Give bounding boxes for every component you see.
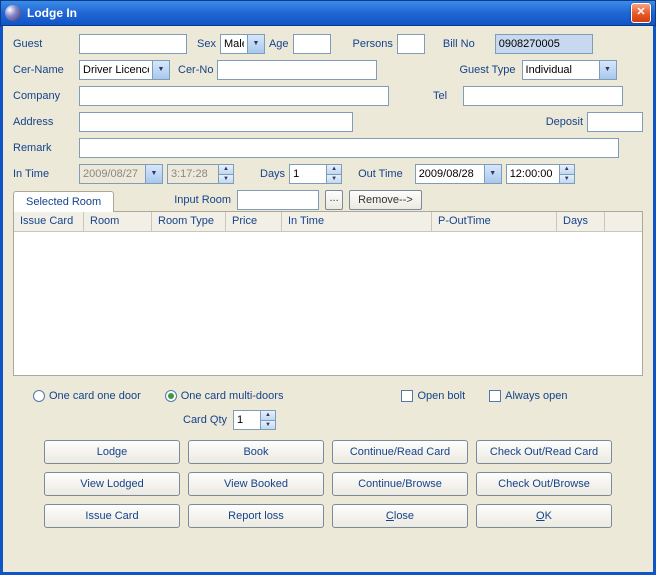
continue-readcard-button[interactable]: Continue/Read Card: [332, 440, 468, 464]
persons-label: Persons: [353, 38, 393, 50]
days-label: Days: [260, 168, 285, 180]
checkout-readcard-button[interactable]: Check Out/Read Card: [476, 440, 612, 464]
radio-icon: [33, 390, 45, 402]
age-label: Age: [269, 38, 289, 50]
radio-icon: [165, 390, 177, 402]
checkbox-icon: [489, 390, 501, 402]
guesttype-label: Guest Type: [459, 64, 515, 76]
guesttype-select[interactable]: ▼: [522, 60, 617, 80]
cardqty-spinner[interactable]: ▲▼: [233, 410, 276, 430]
chevron-down-icon[interactable]: ▼: [152, 61, 169, 79]
table-header: Issue Card Room Room Type Price In Time …: [14, 212, 642, 232]
check-always-open[interactable]: Always open: [489, 390, 567, 402]
inputroom-label: Input Room: [174, 194, 231, 206]
persons-input[interactable]: [397, 34, 425, 54]
col-pouttime[interactable]: P-OutTime: [432, 212, 557, 231]
tab-selected-room[interactable]: Selected Room: [13, 191, 114, 212]
remark-input[interactable]: [79, 138, 619, 158]
guest-label: Guest: [13, 38, 75, 50]
sex-select[interactable]: ▼: [220, 34, 265, 54]
app-icon: [5, 5, 21, 21]
lodge-button[interactable]: Lodge: [44, 440, 180, 464]
company-input[interactable]: [79, 86, 389, 106]
remark-label: Remark: [13, 142, 75, 154]
col-price[interactable]: Price: [226, 212, 282, 231]
remove-button[interactable]: Remove-->: [349, 190, 422, 210]
address-label: Address: [13, 116, 75, 128]
cerno-label: Cer-No: [178, 64, 213, 76]
tel-input[interactable]: [463, 86, 623, 106]
room-table[interactable]: Issue Card Room Room Type Price In Time …: [13, 211, 643, 376]
col-issuecard[interactable]: Issue Card: [14, 212, 84, 231]
close-icon[interactable]: ✕: [631, 3, 651, 23]
billno-label: Bill No: [443, 38, 475, 50]
indate-select[interactable]: ▼: [79, 164, 163, 184]
chevron-down-icon[interactable]: ▼: [484, 165, 501, 183]
cername-label: Cer-Name: [13, 64, 75, 76]
view-booked-button[interactable]: View Booked: [188, 472, 324, 496]
intime-label: In Time: [13, 168, 75, 180]
cername-select[interactable]: ▼: [79, 60, 170, 80]
view-lodged-button[interactable]: View Lodged: [44, 472, 180, 496]
continue-browse-button[interactable]: Continue/Browse: [332, 472, 468, 496]
guest-input[interactable]: [79, 34, 187, 54]
col-intime[interactable]: In Time: [282, 212, 432, 231]
window-body: Guest Sex ▼ Age Persons Bill No Cer-Name…: [0, 26, 656, 575]
checkbox-icon: [401, 390, 413, 402]
radio-one-door[interactable]: One card one door: [33, 390, 141, 402]
address-input[interactable]: [79, 112, 353, 132]
company-label: Company: [13, 90, 75, 102]
outtime-spinner[interactable]: ▲▼: [506, 164, 575, 184]
outtime-label: Out Time: [358, 168, 403, 180]
checkout-browse-button[interactable]: Check Out/Browse: [476, 472, 612, 496]
intime-spinner[interactable]: ▲▼: [167, 164, 234, 184]
billno-input[interactable]: [495, 34, 593, 54]
deposit-input[interactable]: [587, 112, 643, 132]
chevron-down-icon[interactable]: ▼: [145, 165, 162, 183]
chevron-down-icon[interactable]: ▼: [599, 61, 616, 79]
window-title: Lodge In: [27, 6, 631, 20]
cerno-input[interactable]: [217, 60, 377, 80]
sex-label: Sex: [197, 38, 216, 50]
col-days[interactable]: Days: [557, 212, 605, 231]
report-loss-button[interactable]: Report loss: [188, 504, 324, 528]
tel-label: Tel: [433, 90, 447, 102]
col-room[interactable]: Room: [84, 212, 152, 231]
ok-button[interactable]: OK: [476, 504, 612, 528]
title-bar: Lodge In ✕: [0, 0, 656, 26]
days-spinner[interactable]: ▲▼: [289, 164, 342, 184]
outdate-select[interactable]: ▼: [415, 164, 502, 184]
deposit-label: Deposit: [546, 116, 583, 128]
browse-room-button[interactable]: ...: [325, 190, 343, 210]
cardqty-label: Card Qty: [183, 414, 227, 426]
issue-card-button[interactable]: Issue Card: [44, 504, 180, 528]
close-button[interactable]: Close: [332, 504, 468, 528]
chevron-down-icon[interactable]: ▼: [247, 35, 264, 53]
col-roomtype[interactable]: Room Type: [152, 212, 226, 231]
check-open-bolt[interactable]: Open bolt: [401, 390, 465, 402]
age-input[interactable]: [293, 34, 331, 54]
radio-multi-doors[interactable]: One card multi-doors: [165, 390, 284, 402]
book-button[interactable]: Book: [188, 440, 324, 464]
inputroom-input[interactable]: [237, 190, 319, 210]
